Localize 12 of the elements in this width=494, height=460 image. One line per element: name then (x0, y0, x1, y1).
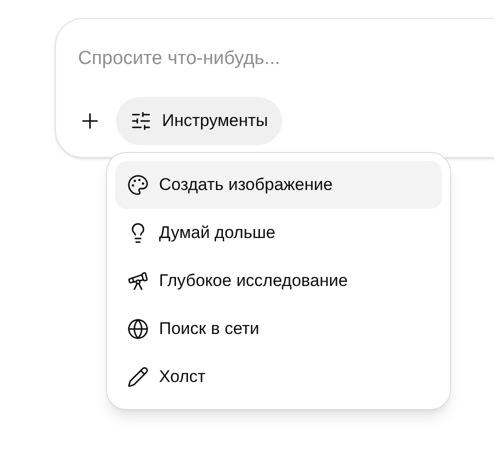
pencil-icon (127, 366, 149, 388)
menu-item[interactable]: Глубокое исследование (115, 257, 442, 305)
telescope-icon (127, 270, 149, 292)
sliders-icon (130, 110, 152, 132)
menu-item[interactable]: Создать изображение (115, 161, 442, 209)
tools-button[interactable]: Инструменты (116, 97, 282, 145)
menu-item[interactable]: Холст (115, 353, 442, 401)
menu-item[interactable]: Думай дольше (115, 209, 442, 257)
prompt-field[interactable]: Спросите что-нибудь... (78, 41, 478, 77)
palette-icon (127, 174, 149, 196)
menu-item[interactable]: Поиск в сети (115, 305, 442, 353)
globe-icon (127, 318, 149, 340)
